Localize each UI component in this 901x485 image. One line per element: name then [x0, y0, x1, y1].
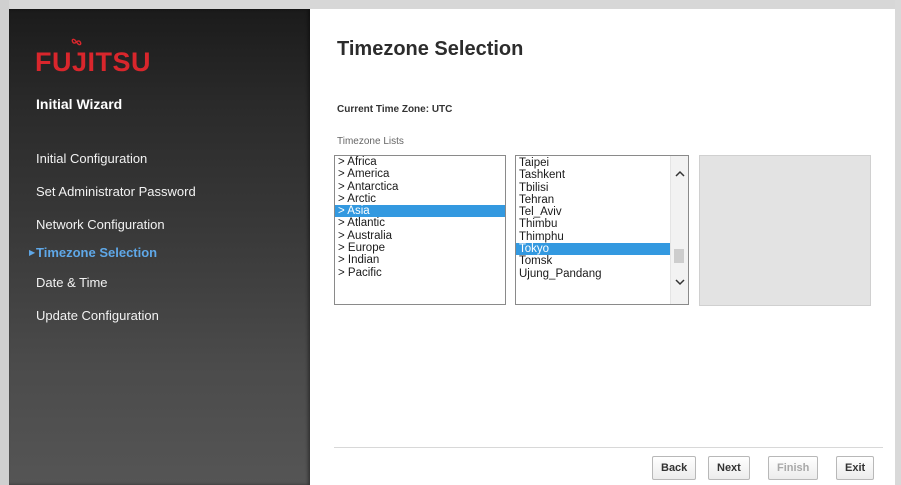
zone-option-selected[interactable]: Tokyo — [516, 243, 671, 256]
scroll-thumb[interactable] — [674, 249, 684, 263]
footer-divider — [334, 447, 883, 448]
timezone-lists-label: Timezone Lists — [337, 136, 404, 147]
zone-scrollbar[interactable] — [670, 156, 688, 304]
zone-listbox[interactable]: Taipei Tashkent Tbilisi Tehran Tel_Aviv … — [515, 155, 689, 305]
zone-options: Taipei Tashkent Tbilisi Tehran Tel_Aviv … — [516, 157, 671, 280]
scroll-down-icon[interactable] — [671, 277, 688, 291]
nav-item-date-time[interactable]: Date & Time — [36, 275, 108, 290]
zone-option[interactable]: Thimbu — [516, 218, 671, 230]
nav-item-initial-configuration[interactable]: Initial Configuration — [36, 151, 147, 166]
zone-option[interactable]: Thimphu — [516, 231, 671, 243]
wizard-title: Initial Wizard — [36, 96, 123, 112]
finish-button[interactable]: Finish — [768, 456, 819, 480]
zone-option[interactable]: Tomsk — [516, 255, 671, 267]
region-option[interactable]: > Indian — [335, 254, 505, 266]
zone-option[interactable]: Taipei — [516, 157, 671, 169]
nav-item-timezone-selection[interactable]: Timezone Selection — [36, 245, 157, 260]
window-left-border — [0, 0, 9, 485]
region-option[interactable]: > America — [335, 168, 505, 180]
region-listbox[interactable]: > Africa > America > Antarctica > Arctic… — [334, 155, 506, 305]
fujitsu-logo: FUJITSU — [35, 47, 152, 77]
nav-item-network-configuration[interactable]: Network Configuration — [36, 217, 165, 232]
page-title: Timezone Selection — [337, 38, 524, 60]
exit-button[interactable]: Exit — [836, 456, 875, 480]
scroll-up-icon[interactable] — [671, 169, 688, 183]
nav-item-set-administrator-password[interactable]: Set Administrator Password — [36, 184, 196, 199]
logo-infinity-icon — [71, 38, 82, 46]
zone-option[interactable]: Ujung_Pandang — [516, 268, 671, 280]
region-option[interactable]: > Arctic — [335, 193, 505, 205]
region-option[interactable]: > Atlantic — [335, 217, 505, 229]
zone-option[interactable]: Tbilisi — [516, 182, 671, 194]
zone-option[interactable]: Tashkent — [516, 169, 671, 181]
next-button[interactable]: Next — [708, 456, 750, 480]
region-option-selected[interactable]: > Asia — [335, 205, 505, 218]
region-option[interactable]: > Pacific — [335, 267, 505, 279]
region-option[interactable]: > Australia — [335, 230, 505, 242]
zone-option[interactable]: Tel_Aviv — [516, 206, 671, 218]
zone-option[interactable]: Tehran — [516, 194, 671, 206]
sidebar: FUJITSU Initial Wizard Initial Configura… — [9, 9, 310, 485]
main-panel: Timezone Selection Current Time Zone: UT… — [310, 9, 895, 485]
back-button[interactable]: Back — [652, 456, 697, 480]
nav-item-update-configuration[interactable]: Update Configuration — [36, 308, 159, 323]
active-arrow-icon: ▶ — [29, 248, 36, 257]
window-top-border — [0, 0, 901, 9]
current-timezone-label: Current Time Zone: UTC — [337, 104, 453, 115]
region-option[interactable]: > Europe — [335, 242, 505, 254]
region-option[interactable]: > Antarctica — [335, 181, 505, 193]
window-right-border — [895, 0, 901, 485]
region-option[interactable]: > Africa — [335, 156, 505, 168]
wizard-window: FUJITSU Initial Wizard Initial Configura… — [0, 0, 901, 485]
timezone-detail-panel — [699, 155, 871, 306]
